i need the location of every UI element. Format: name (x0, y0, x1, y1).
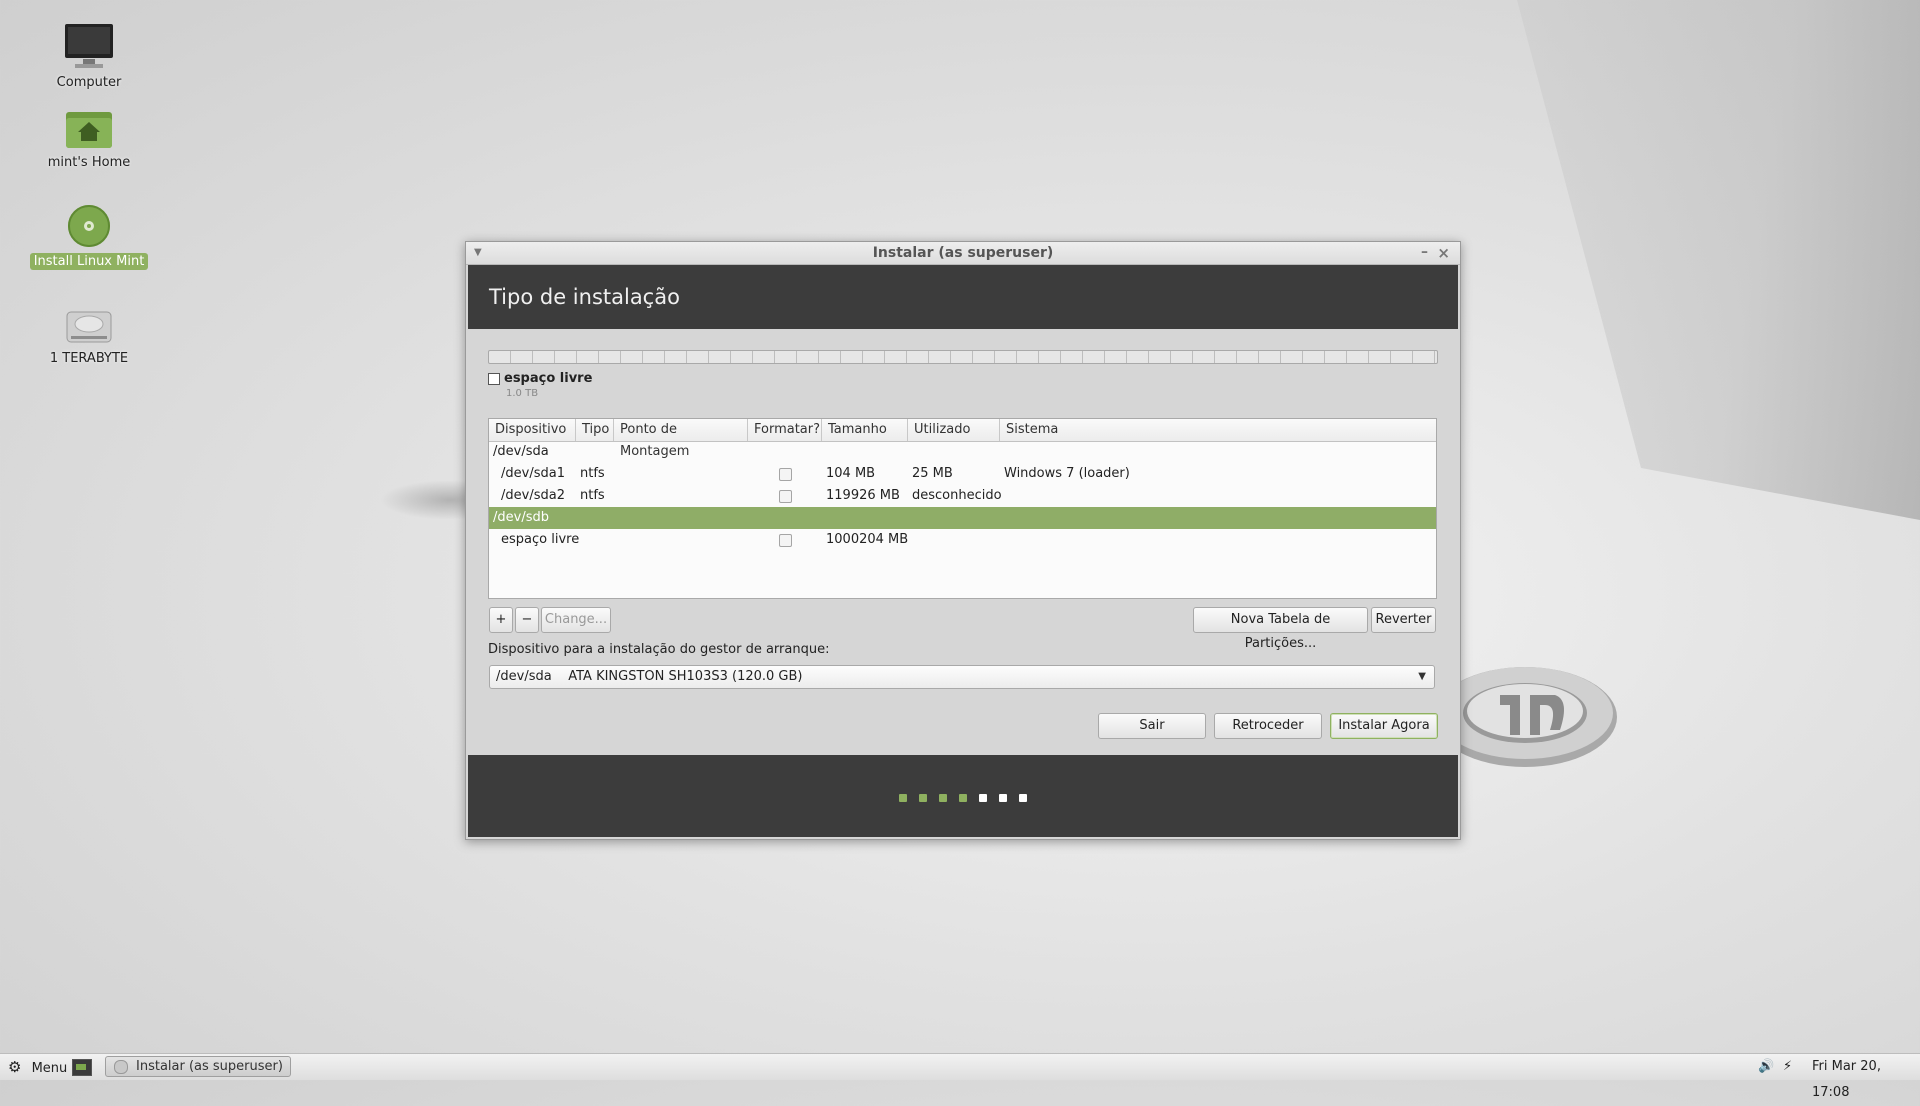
cell-device: espaço livre (501, 532, 580, 547)
table-row-selected[interactable]: /dev/sdb (489, 507, 1436, 529)
desktop-icon-computer[interactable]: Computer (14, 22, 164, 91)
desktop-icon-label: Install Linux Mint (29, 253, 149, 270)
cell-used: desconhecido (912, 488, 1002, 503)
desktop-icon-drive[interactable]: 1 TERABYTE (14, 306, 164, 367)
installer-content: espaço livre 1.0 TB Dispositivo Tipo Pon… (468, 329, 1458, 749)
legend-swatch (488, 372, 500, 385)
desktop-icon-label: Computer (56, 75, 122, 90)
table-header: Dispositivo Tipo Ponto de Montagem Forma… (489, 419, 1436, 459)
gear-icon: ⚙ (8, 1058, 22, 1076)
menu-label: Menu (31, 1061, 68, 1076)
taskbar-window-button[interactable]: Instalar (as superuser) (105, 1056, 291, 1077)
window-menu-icon[interactable]: ▼ (474, 242, 482, 264)
taskbar: ⚙ Menu Instalar (as superuser) 🔊 ⚡ Fri M… (0, 1053, 1920, 1100)
legend-size: 1.0 TB (506, 388, 539, 399)
cell-device: /dev/sda2 (501, 488, 565, 503)
home-folder-icon (66, 112, 112, 148)
progress-dot-completed (919, 794, 927, 802)
quit-button[interactable]: Sair (1098, 713, 1206, 739)
cell-used: 25 MB (912, 466, 953, 481)
clock[interactable]: Fri Mar 20, 17:08 (1812, 1054, 1920, 1100)
add-partition-button[interactable]: + (489, 607, 513, 633)
partition-table[interactable]: Dispositivo Tipo Ponto de Montagem Forma… (488, 418, 1437, 599)
window-titlebar[interactable]: ▼ Instalar (as superuser) – × (466, 242, 1460, 265)
partition-bar (488, 350, 1438, 364)
partition-legend: espaço livre 1.0 TB (488, 371, 592, 399)
cell-type: ntfs (580, 488, 605, 503)
bootloader-device-value: /dev/sda ATA KINGSTON SH103S3 (120.0 GB) (496, 669, 803, 684)
cell-device: /dev/sda (493, 444, 549, 459)
terminal-launcher-icon[interactable] (72, 1059, 92, 1076)
col-header-mount[interactable]: Ponto de Montagem (614, 419, 748, 459)
progress-dot-completed (899, 794, 907, 802)
table-row[interactable]: /dev/sda2 ntfs 119926 MB desconhecido (489, 485, 1436, 507)
minimize-icon[interactable]: – (1421, 241, 1428, 263)
installer-window: ▼ Instalar (as superuser) – × Tipo de in… (465, 241, 1461, 840)
progress-dot-pending (999, 794, 1007, 802)
installer-task-icon (114, 1060, 128, 1074)
volume-icon[interactable]: 🔊 (1758, 1054, 1774, 1080)
progress-dot-pending (1019, 794, 1027, 802)
desktop-icon-home[interactable]: mint's Home (14, 108, 164, 171)
desktop-icon-label: mint's Home (47, 155, 131, 170)
header-band: Tipo de instalação (468, 265, 1458, 329)
cell-type: ntfs (580, 466, 605, 481)
install-now-button[interactable]: Instalar Agora (1330, 713, 1438, 739)
cell-system: Windows 7 (loader) (1004, 466, 1130, 481)
desktop-icon-label: 1 TERABYTE (49, 351, 129, 366)
progress-dots (468, 791, 1458, 805)
table-row[interactable]: /dev/sda1 ntfs 104 MB 25 MB Windows 7 (l… (489, 463, 1436, 485)
bootloader-device-select[interactable]: /dev/sda ATA KINGSTON SH103S3 (120.0 GB)… (489, 665, 1435, 689)
revert-button[interactable]: Reverter (1371, 607, 1436, 633)
change-partition-button[interactable]: Change... (541, 607, 611, 633)
format-checkbox[interactable] (779, 534, 792, 547)
col-header-device[interactable]: Dispositivo (489, 419, 576, 441)
footer-band (468, 755, 1458, 837)
progress-dot-completed (939, 794, 947, 802)
menu-button[interactable]: ⚙ Menu (8, 1054, 67, 1080)
col-header-size[interactable]: Tamanho (822, 419, 908, 441)
format-checkbox[interactable] (779, 490, 792, 503)
back-button[interactable]: Retroceder (1214, 713, 1322, 739)
col-header-used[interactable]: Utilizado (908, 419, 1000, 441)
cell-size: 119926 MB (826, 488, 900, 503)
monitor-icon (65, 24, 113, 68)
legend-name: espaço livre (504, 371, 593, 386)
col-header-format[interactable]: Formatar? (748, 419, 822, 441)
drive-icon (66, 311, 112, 343)
col-header-system[interactable]: Sistema (1000, 419, 1436, 441)
new-partition-table-button[interactable]: Nova Tabela de Partições... (1193, 607, 1368, 651)
format-checkbox[interactable] (779, 468, 792, 481)
window-title: Instalar (as superuser) (872, 245, 1054, 261)
remove-partition-button[interactable]: − (515, 607, 539, 633)
col-header-type[interactable]: Tipo (576, 419, 614, 441)
cell-device: /dev/sda1 (501, 466, 565, 481)
table-row[interactable]: espaço livre 1000204 MB (489, 529, 1436, 551)
page-title: Tipo de instalação (489, 285, 680, 309)
progress-dot-pending (979, 794, 987, 802)
dropdown-arrow-icon: ▼ (1418, 671, 1426, 682)
cell-size: 1000204 MB (826, 532, 909, 547)
disc-icon (68, 205, 110, 247)
cell-size: 104 MB (826, 466, 876, 481)
desktop-icon-install[interactable]: Install Linux Mint (14, 203, 164, 270)
cell-device: /dev/sdb (493, 510, 549, 525)
table-row[interactable]: /dev/sda (489, 441, 1436, 463)
close-icon[interactable]: × (1437, 242, 1450, 264)
network-icon[interactable]: ⚡ (1783, 1054, 1792, 1080)
taskbar-window-label: Instalar (as superuser) (136, 1059, 283, 1074)
progress-dot-completed (959, 794, 967, 802)
bootloader-label: Dispositivo para a instalação do gestor … (488, 642, 830, 657)
